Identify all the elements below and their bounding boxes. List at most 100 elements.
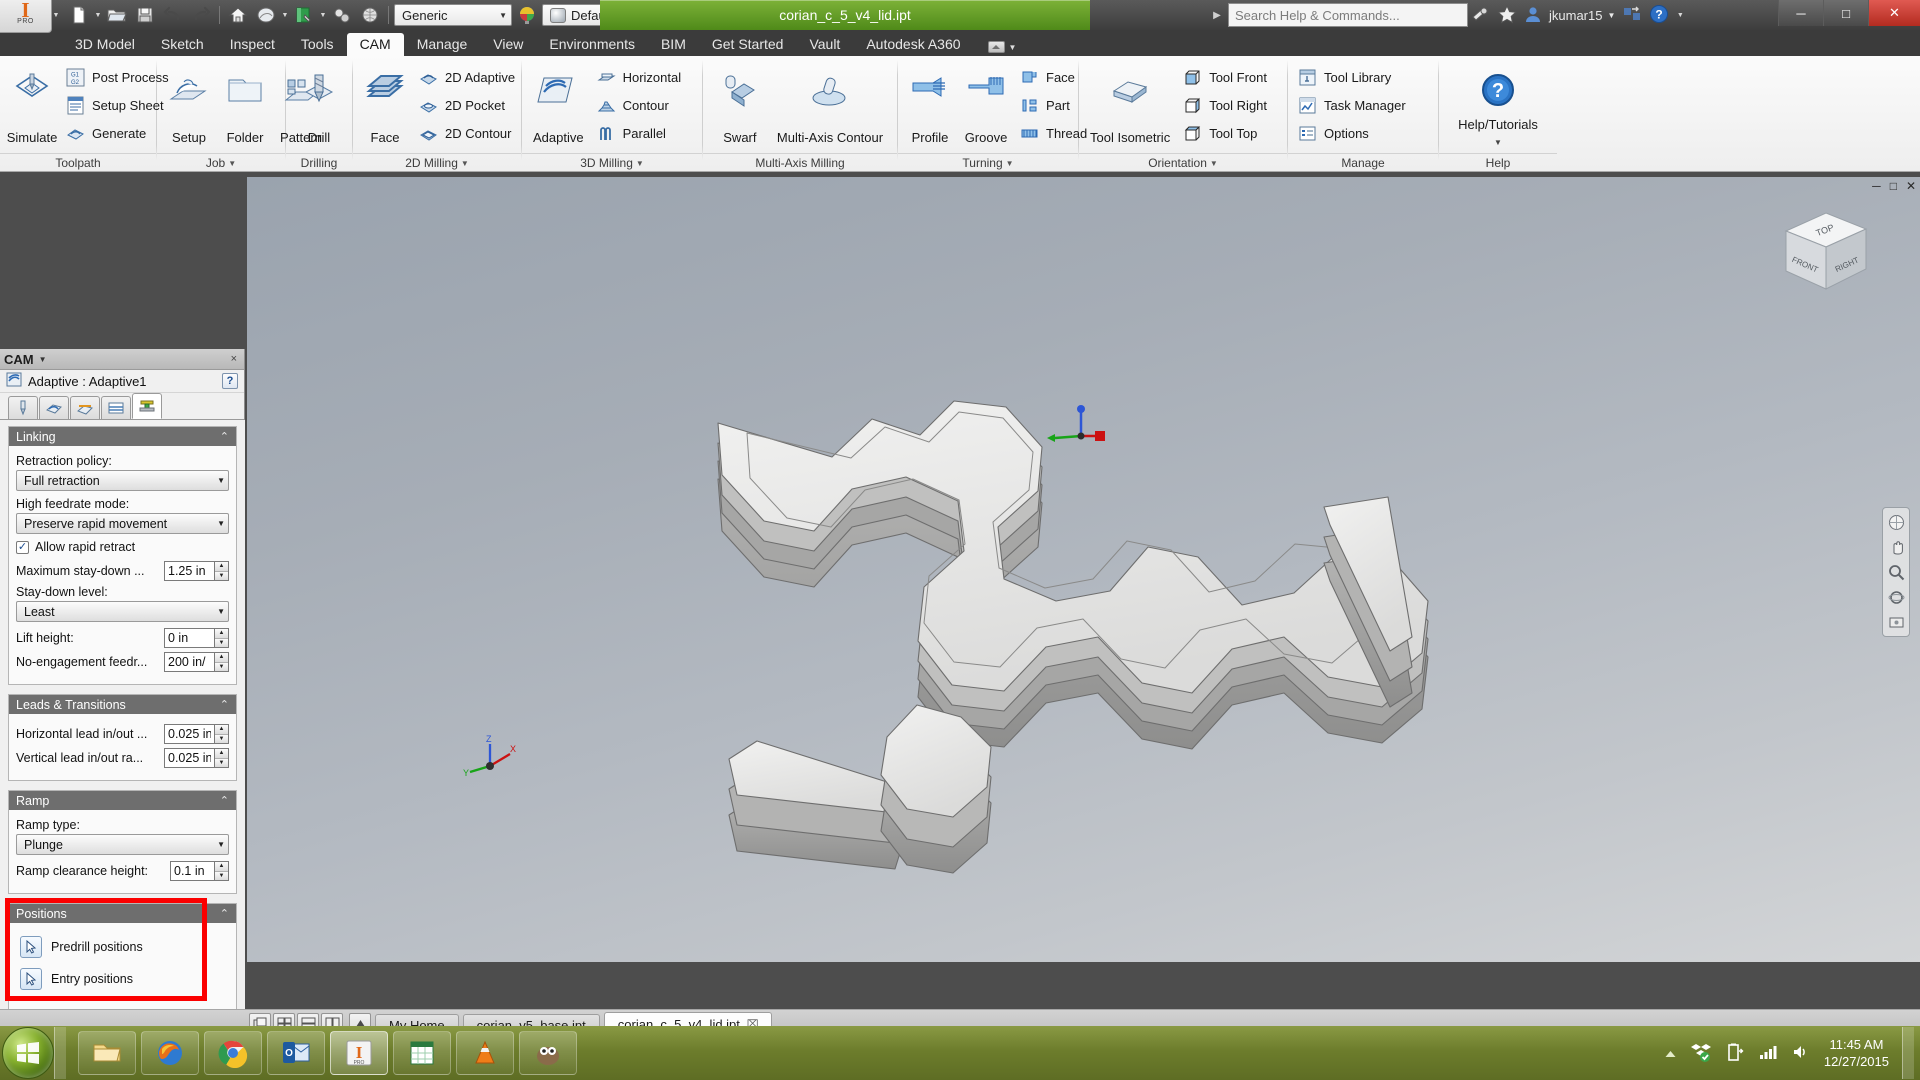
taskbar-outlook[interactable]: O <box>267 1031 325 1075</box>
minimize-button[interactable]: ─ <box>1778 0 1823 26</box>
search-input[interactable]: Search Help & Commands... <box>1228 3 1468 27</box>
taskbar-gimp[interactable] <box>519 1031 577 1075</box>
ramp-clearance-spinner[interactable]: ▲ ▼ <box>170 861 229 881</box>
dialog-help-button[interactable]: ? <box>222 373 238 389</box>
start-button[interactable] <box>2 1027 54 1079</box>
select-filter-button[interactable] <box>329 3 355 27</box>
section-leads-collapse-icon[interactable]: ⌃ <box>220 698 229 711</box>
lift-height-spinner[interactable]: ▲ ▼ <box>164 628 229 648</box>
turning-caret-icon[interactable]: ▼ <box>1006 159 1014 168</box>
ramp-clearance-increment[interactable]: ▲ <box>215 862 228 871</box>
staydown-level-select[interactable]: Least ▼ <box>16 601 229 622</box>
viewport-minimize-button[interactable]: ─ <box>1872 179 1881 193</box>
tool-front-button[interactable]: Tool Front <box>1178 64 1275 91</box>
exchange-apps-icon[interactable] <box>1622 5 1642 26</box>
horizontal-lead-input[interactable] <box>164 724 214 744</box>
ribbon-tab-bim[interactable]: BIM <box>648 33 699 56</box>
speaker-icon[interactable] <box>1791 1043 1811 1064</box>
ribbon-tab-sketch[interactable]: Sketch <box>148 33 217 56</box>
open-file-button[interactable] <box>104 3 130 27</box>
horizontal-button[interactable]: Horizontal <box>592 64 690 91</box>
autodesk-connect-icon[interactable] <box>1470 5 1490 26</box>
2d-milling-caret-icon[interactable]: ▼ <box>461 159 469 168</box>
dropbox-icon[interactable] <box>1690 1041 1712 1066</box>
tool-right-button[interactable]: Tool Right <box>1178 92 1275 119</box>
steering-wheel-icon[interactable] <box>1885 511 1907 533</box>
no-engagement-increment[interactable]: ▲ <box>215 653 228 662</box>
tool-isometric-button[interactable]: Tool Isometric <box>1084 60 1176 152</box>
material-caret-icon[interactable]: ▼ <box>319 12 327 19</box>
parallel-button[interactable]: Parallel <box>592 120 690 147</box>
2d-contour-button[interactable]: 2D Contour <box>414 120 523 147</box>
search-expand-arrow-icon[interactable]: ▶ <box>1210 10 1224 21</box>
retraction-policy-select[interactable]: Full retraction ▼ <box>16 470 229 491</box>
material-browser-button[interactable] <box>291 3 317 27</box>
max-staydown-input[interactable] <box>164 561 214 581</box>
new-document-caret-icon[interactable]: ▼ <box>94 12 102 19</box>
section-linking-header[interactable]: Linking ⌃ <box>9 427 236 446</box>
appearance-button[interactable] <box>253 3 279 27</box>
high-feedrate-select[interactable]: Preserve rapid movement ▼ <box>16 513 229 534</box>
pan-hand-icon[interactable] <box>1885 536 1907 558</box>
vertical-lead-decrement[interactable]: ▼ <box>215 757 228 767</box>
taskbar-clock[interactable]: 11:45 AM 12/27/2015 <box>1824 1036 1889 1070</box>
adaptive-button[interactable]: Adaptive <box>527 60 590 152</box>
help-circle-icon[interactable]: ? <box>1649 4 1669 27</box>
panel-close-icon[interactable]: × <box>228 353 240 365</box>
options-button[interactable]: Options <box>1293 120 1414 147</box>
ramp-clearance-decrement[interactable]: ▼ <box>215 870 228 880</box>
undo-button[interactable] <box>160 3 186 27</box>
ribbon-tab-3d-model[interactable]: 3D Model <box>62 33 148 56</box>
job-group-caret-icon[interactable]: ▼ <box>228 159 236 168</box>
vertical-lead-increment[interactable]: ▲ <box>215 749 228 758</box>
viewport-close-button[interactable]: ✕ <box>1906 179 1916 193</box>
ramp-type-select[interactable]: Plunge ▼ <box>16 834 229 855</box>
help-caret-icon[interactable]: ▼ <box>1676 12 1684 19</box>
max-staydown-decrement[interactable]: ▼ <box>215 570 228 580</box>
tool-library-button[interactable]: Tool Library <box>1293 64 1414 91</box>
turn-profile-button[interactable]: Profile <box>903 60 957 152</box>
ribbon-tab-view[interactable]: View <box>480 33 536 56</box>
section-leads-header[interactable]: Leads & Transitions ⌃ <box>9 695 236 714</box>
new-document-button[interactable] <box>66 3 92 27</box>
view-cube[interactable]: TOP FRONT RIGHT <box>1780 207 1872 299</box>
wifi-bars-icon[interactable] <box>1758 1043 1778 1064</box>
passes-tab[interactable] <box>101 396 131 419</box>
predrill-positions-row[interactable]: Predrill positions <box>16 931 229 963</box>
ribbon-tab-tools[interactable]: Tools <box>288 33 347 56</box>
heights-tab[interactable] <box>70 396 100 419</box>
show-desktop-button[interactable] <box>1902 1027 1914 1079</box>
linking-tab[interactable] <box>132 393 162 419</box>
max-staydown-spinner[interactable]: ▲ ▼ <box>164 561 229 581</box>
appearance-caret-icon[interactable]: ▼ <box>281 12 289 19</box>
horizontal-lead-increment[interactable]: ▲ <box>215 725 228 734</box>
section-ramp-collapse-icon[interactable]: ⌃ <box>220 794 229 807</box>
user-name-button[interactable]: jkumar15 ▼ <box>1549 8 1615 23</box>
lift-height-increment[interactable]: ▲ <box>215 629 228 638</box>
section-positions-header[interactable]: Positions ⌃ <box>9 904 236 923</box>
ribbon-tab-environments[interactable]: Environments <box>536 33 648 56</box>
maximize-button[interactable]: □ <box>1823 0 1868 26</box>
2d-adaptive-button[interactable]: 2D Adaptive <box>414 64 523 91</box>
section-ramp-header[interactable]: Ramp ⌃ <box>9 791 236 810</box>
tool-tab[interactable] <box>8 396 38 419</box>
panel-dropdown-caret-icon[interactable]: ▼ <box>39 355 47 364</box>
swarf-button[interactable]: Swarf <box>711 60 769 152</box>
face-button[interactable]: Face <box>358 60 412 152</box>
contour-button[interactable]: Contour <box>592 92 690 119</box>
clean-screen-button[interactable] <box>357 3 383 27</box>
2d-pocket-button[interactable]: 2D Pocket <box>414 92 523 119</box>
section-linking-collapse-icon[interactable]: ⌃ <box>220 430 229 443</box>
ribbon-tab-inspect[interactable]: Inspect <box>217 33 288 56</box>
ramp-clearance-input[interactable] <box>170 861 214 881</box>
inventor-logo-button[interactable]: I PRO <box>0 0 52 33</box>
close-button[interactable]: ✕ <box>1868 0 1920 26</box>
save-file-button[interactable] <box>132 3 158 27</box>
look-at-icon[interactable] <box>1885 611 1907 633</box>
3d-viewport[interactable]: ─ □ ✕ TOP FRONT RIGHT Z Y X <box>247 177 1920 962</box>
allow-rapid-retract-checkbox[interactable]: ✓ <box>16 540 29 554</box>
ribbon-tab-manage[interactable]: Manage <box>404 33 481 56</box>
orientation-caret-icon[interactable]: ▼ <box>1210 159 1218 168</box>
section-positions-collapse-icon[interactable]: ⌃ <box>220 907 229 920</box>
max-staydown-increment[interactable]: ▲ <box>215 562 228 571</box>
